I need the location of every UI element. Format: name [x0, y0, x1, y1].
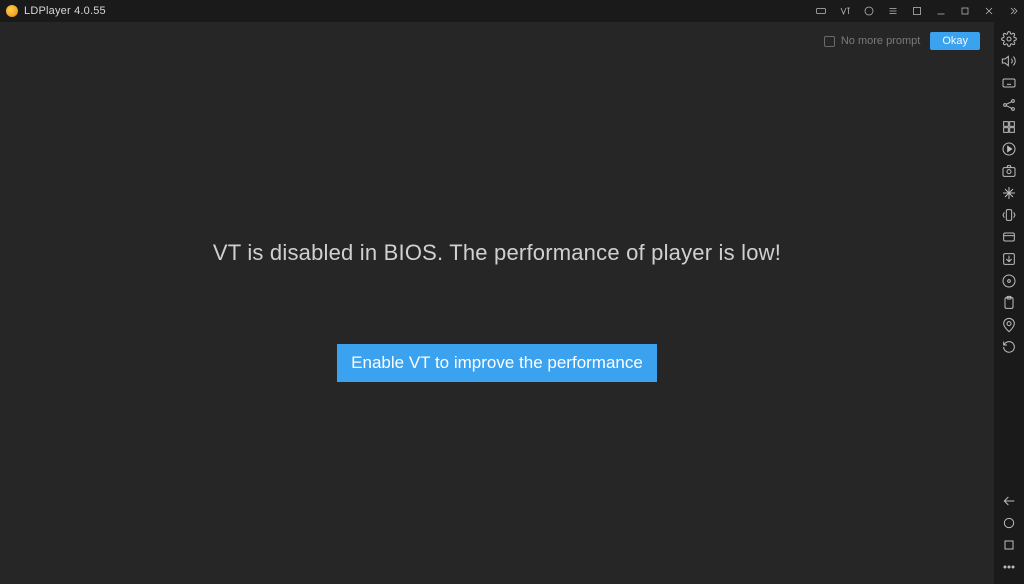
back-icon[interactable]	[997, 490, 1021, 512]
notice-bar: No more prompt Okay	[824, 32, 980, 50]
disc-icon[interactable]	[997, 270, 1021, 292]
volume-icon[interactable]	[997, 50, 1021, 72]
clipboard-icon[interactable]	[997, 292, 1021, 314]
fullscreen-icon[interactable]	[910, 4, 924, 18]
multi-instance-icon[interactable]	[997, 94, 1021, 116]
sync-icon[interactable]	[997, 116, 1021, 138]
screenshot-icon[interactable]	[997, 160, 1021, 182]
vt-status-icon[interactable]	[838, 4, 852, 18]
side-toolbar	[994, 22, 1024, 584]
recents-icon[interactable]	[997, 534, 1021, 556]
record-icon[interactable]	[862, 4, 876, 18]
home-icon[interactable]	[997, 512, 1021, 534]
vt-warning-message: VT is disabled in BIOS. The performance …	[213, 240, 781, 266]
checkbox-label: No more prompt	[841, 35, 920, 47]
keymap-icon[interactable]	[997, 72, 1021, 94]
keyboard-icon[interactable]	[814, 4, 828, 18]
settings-icon[interactable]	[997, 28, 1021, 50]
maximize-icon[interactable]	[958, 4, 972, 18]
operation-icon[interactable]	[997, 182, 1021, 204]
location-icon[interactable]	[997, 314, 1021, 336]
record-start-icon[interactable]	[997, 138, 1021, 160]
minimize-icon[interactable]	[934, 4, 948, 18]
no-more-prompt-checkbox[interactable]: No more prompt	[824, 35, 920, 47]
more-icon[interactable]	[997, 556, 1021, 578]
shared-folder-icon[interactable]	[997, 226, 1021, 248]
close-icon[interactable]	[982, 4, 996, 18]
apk-install-icon[interactable]	[997, 248, 1021, 270]
checkbox-box-icon	[824, 36, 835, 47]
app-title: LDPlayer 4.0.55	[24, 5, 106, 17]
app-logo-icon	[6, 5, 18, 17]
titlebar: LDPlayer 4.0.55	[0, 0, 1024, 22]
menu-icon[interactable]	[886, 4, 900, 18]
collapse-icon[interactable]	[1006, 4, 1020, 18]
enable-vt-button[interactable]: Enable VT to improve the performance	[337, 344, 657, 382]
shake-icon[interactable]	[997, 204, 1021, 226]
rotate-icon[interactable]	[997, 336, 1021, 358]
okay-button[interactable]: Okay	[930, 32, 980, 50]
main-content: No more prompt Okay VT is disabled in BI…	[0, 22, 994, 584]
